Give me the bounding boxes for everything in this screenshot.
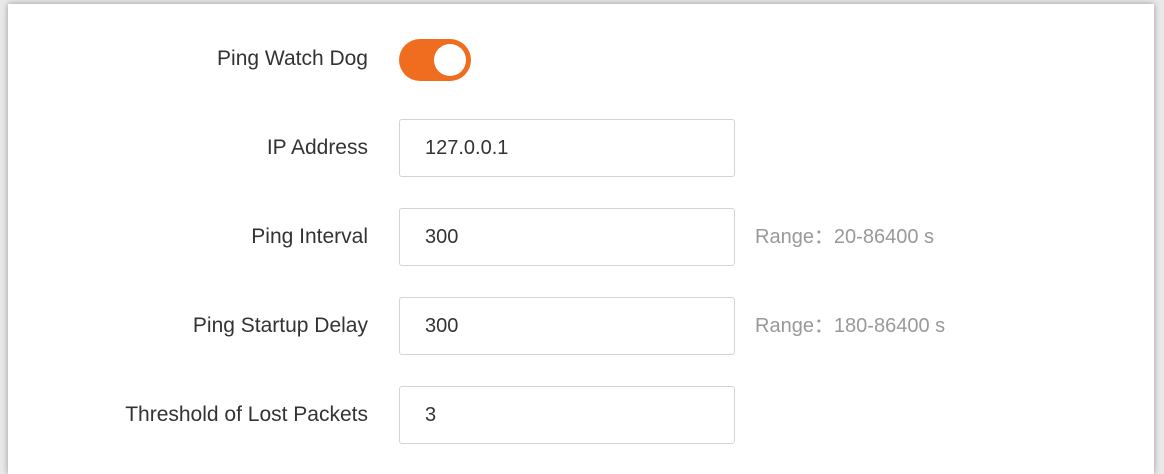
ping-interval-input[interactable] bbox=[399, 208, 735, 266]
ping-interval-range-hint: Range：20-86400 s bbox=[755, 226, 935, 248]
ping-startup-delay-label: Ping Startup Delay bbox=[192, 314, 368, 337]
ping-watchdog-row: Ping Watch Dog bbox=[8, 30, 1154, 88]
ping-startup-delay-range-hint: Range：180-86400 s bbox=[755, 315, 946, 337]
ping-startup-delay-input[interactable] bbox=[399, 297, 735, 355]
ping-interval-row: Ping Interval Range：20-86400 s bbox=[8, 208, 1154, 266]
ping-startup-delay-row: Ping Startup Delay Range：180-86400 s bbox=[8, 297, 1154, 355]
ping-watchdog-label: Ping Watch Dog bbox=[217, 47, 368, 70]
ip-address-input[interactable] bbox=[399, 119, 735, 177]
ping-watchdog-toggle[interactable] bbox=[399, 39, 471, 81]
ip-address-label: IP Address bbox=[266, 136, 368, 159]
ping-interval-label: Ping Interval bbox=[251, 225, 368, 248]
lost-packets-threshold-input[interactable] bbox=[399, 386, 735, 444]
ip-address-row: IP Address bbox=[8, 119, 1154, 177]
lost-packets-threshold-row: Threshold of Lost Packets bbox=[8, 386, 1154, 444]
lost-packets-threshold-label: Threshold of Lost Packets bbox=[125, 403, 368, 426]
toggle-knob bbox=[434, 44, 466, 76]
settings-panel: Ping Watch Dog IP Address Ping Interval … bbox=[8, 4, 1154, 474]
